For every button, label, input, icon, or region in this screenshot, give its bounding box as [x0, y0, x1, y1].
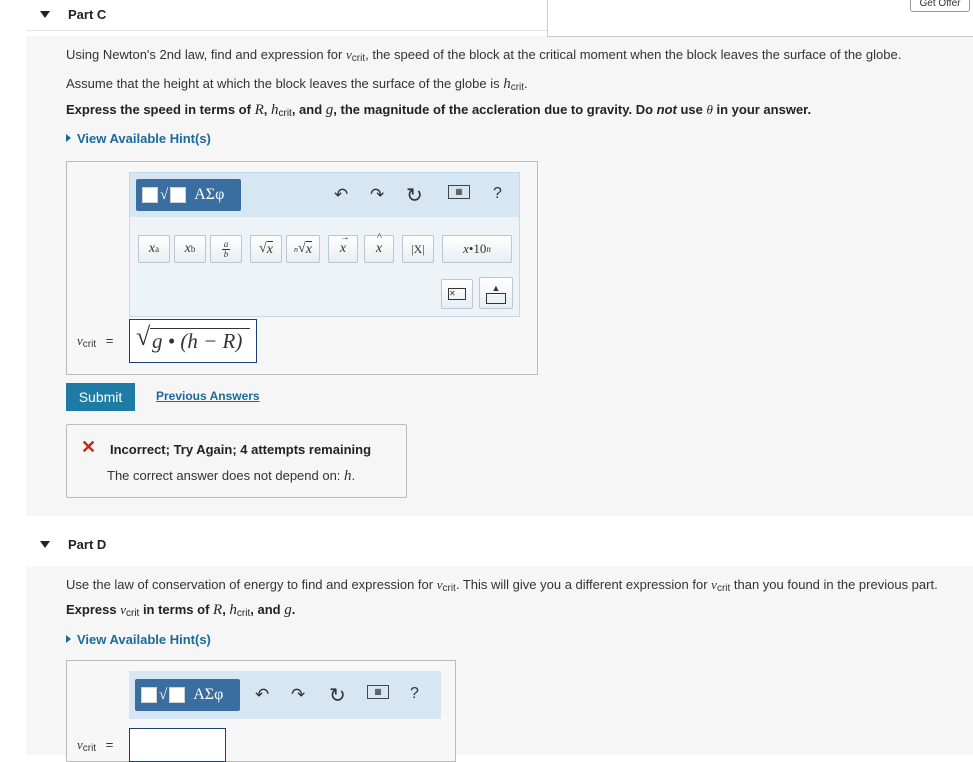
part-c-prompt-3: Express the speed in terms of R, hcrit, …	[66, 102, 812, 119]
redo-icon[interactable]: ↷	[291, 685, 305, 705]
reset-icon[interactable]: ↻	[406, 183, 423, 208]
get-offer-button[interactable]: Get Offer	[910, 0, 970, 12]
keyboard-icon[interactable]: ▦	[367, 685, 389, 699]
feedback-title: Incorrect; Try Again; 4 attempts remaini…	[110, 442, 372, 457]
absolute-value-button[interactable]: |X|	[402, 235, 434, 263]
vector-button[interactable]: → x	[328, 232, 358, 263]
submit-button[interactable]: Submit	[66, 383, 135, 411]
superscript-button[interactable]: xa	[138, 235, 170, 263]
answer-input[interactable]: √ g • (h − R)	[129, 319, 257, 363]
answer-label: vcrit =	[77, 737, 114, 754]
math-toolbar: √ ΑΣφ ↶ ↷ ↻ ▦ ? xa xb ab √ x n √ x → x ^ x |X…	[129, 172, 520, 317]
part-c-hint-link[interactable]: View Available Hint(s)	[66, 131, 211, 146]
caret-right-icon	[66, 134, 71, 142]
feedback-text: The correct answer does not depend on: h…	[107, 468, 356, 484]
feedback-box: ✕ Incorrect; Try Again; 4 attempts remai…	[66, 424, 407, 498]
math-toolbar: √ ΑΣφ ↶ ↷ ↻ ▦ ?	[129, 671, 441, 719]
part-d-title: Part D	[68, 537, 107, 552]
keyboard-icon[interactable]: ▦	[448, 185, 470, 199]
scientific-notation-button[interactable]: x •10 n	[442, 235, 512, 263]
fraction-button[interactable]: ab	[210, 235, 242, 263]
undo-icon[interactable]: ↶	[334, 185, 348, 205]
part-d-header[interactable]: Part D	[0, 530, 973, 560]
part-c-prompt-1: Using Newton's 2nd law, find and express…	[66, 47, 902, 64]
part-d-answer-box: √ ΑΣφ ↶ ↷ ↻ ▦ ? vcrit =	[66, 660, 456, 762]
templates-button[interactable]: √ ΑΣφ	[135, 679, 240, 711]
subscript-button[interactable]: xb	[174, 235, 206, 263]
collapse-caret-icon[interactable]	[40, 11, 50, 18]
undo-icon[interactable]: ↶	[255, 685, 269, 705]
backspace-button[interactable]: ✕	[441, 279, 473, 309]
templates-button[interactable]: √ ΑΣφ	[136, 179, 241, 211]
answer-input[interactable]	[129, 728, 226, 762]
part-d-prompt-1: Use the law of conservation of energy to…	[66, 577, 938, 594]
offer-panel: Get Offer	[547, 0, 973, 37]
help-icon[interactable]: ?	[410, 685, 419, 703]
help-icon[interactable]: ?	[493, 185, 502, 203]
square-root-button[interactable]: √ x	[250, 235, 282, 263]
part-d-hint-link[interactable]: View Available Hint(s)	[66, 632, 211, 647]
redo-icon[interactable]: ↷	[370, 185, 384, 205]
part-c-prompt-2: Assume that the height at which the bloc…	[66, 76, 528, 93]
part-d-prompt-2: Express vcrit in terms of R, hcrit, and …	[66, 602, 296, 619]
reset-icon[interactable]: ↻	[329, 683, 346, 708]
collapse-caret-icon[interactable]	[40, 541, 50, 548]
part-c-title: Part C	[68, 7, 107, 22]
answer-label: vcrit =	[77, 333, 114, 350]
caret-right-icon	[66, 635, 71, 643]
unit-vector-button[interactable]: ^ x	[364, 231, 394, 263]
keyboard-toggle-button[interactable]: ▲	[479, 277, 513, 309]
nth-root-button[interactable]: n √ x	[286, 235, 320, 263]
previous-answers-link[interactable]: Previous Answers	[156, 389, 260, 403]
part-c-answer-box: √ ΑΣφ ↶ ↷ ↻ ▦ ? xa xb ab √ x n √ x → x ^ x |X…	[66, 161, 538, 375]
incorrect-x-icon: ✕	[81, 437, 97, 457]
